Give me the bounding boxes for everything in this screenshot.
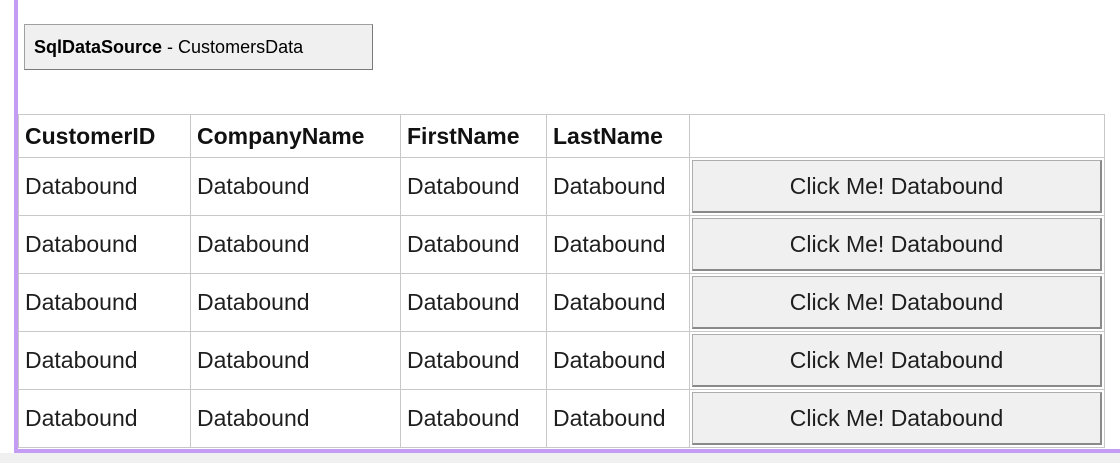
gridview-customers[interactable]: CustomerID CompanyName FirstName LastNam… [18,114,1105,448]
cell-companyname: Databound [190,273,401,332]
column-header-lastname: LastName [546,114,690,158]
cell-firstname: Databound [400,215,547,274]
cell-firstname: Databound [400,331,547,390]
cell-customerid: Databound [18,215,191,274]
cell-button: Click Me! Databound [689,331,1105,390]
click-me-button[interactable]: Click Me! Databound [692,334,1102,387]
sqldatasource-type-label: SqlDataSource [34,36,163,57]
column-header-companyname: CompanyName [190,114,401,158]
cell-customerid: Databound [18,389,191,448]
cell-lastname: Databound [546,273,690,332]
click-me-button[interactable]: Click Me! Databound [692,160,1102,213]
cell-lastname: Databound [546,331,690,390]
table-row: Databound Databound Databound Databound … [18,273,1105,332]
cell-button: Click Me! Databound [689,157,1105,216]
grid-header-row: CustomerID CompanyName FirstName LastNam… [18,114,1105,158]
cell-customerid: Databound [18,157,191,216]
design-surface: SqlDataSource - CustomersData CustomerID… [0,0,1120,463]
sqldatasource-name: CustomersData [178,36,304,57]
cell-button: Click Me! Databound [689,389,1105,448]
column-header-customerid: CustomerID [18,114,191,158]
cell-firstname: Databound [400,389,547,448]
cell-customerid: Databound [18,331,191,390]
cell-firstname: Databound [400,273,547,332]
designer-background-strip [0,453,1120,463]
column-header-button [689,114,1105,158]
cell-button: Click Me! Databound [689,215,1105,274]
cell-firstname: Databound [400,157,547,216]
table-row: Databound Databound Databound Databound … [18,157,1105,216]
cell-customerid: Databound [18,273,191,332]
table-row: Databound Databound Databound Databound … [18,215,1105,274]
sqldatasource-control[interactable]: SqlDataSource - CustomersData [24,24,373,70]
sqldatasource-separator: - [162,36,179,57]
click-me-button[interactable]: Click Me! Databound [692,276,1102,329]
selection-border-left [14,0,18,451]
table-row: Databound Databound Databound Databound … [18,331,1105,390]
cell-companyname: Databound [190,331,401,390]
cell-companyname: Databound [190,215,401,274]
cell-companyname: Databound [190,389,401,448]
cell-button: Click Me! Databound [689,273,1105,332]
click-me-button[interactable]: Click Me! Databound [692,218,1102,271]
cell-lastname: Databound [546,215,690,274]
cell-companyname: Databound [190,157,401,216]
cell-lastname: Databound [546,389,690,448]
cell-lastname: Databound [546,157,690,216]
click-me-button[interactable]: Click Me! Databound [692,392,1102,445]
column-header-firstname: FirstName [400,114,547,158]
table-row: Databound Databound Databound Databound … [18,389,1105,448]
